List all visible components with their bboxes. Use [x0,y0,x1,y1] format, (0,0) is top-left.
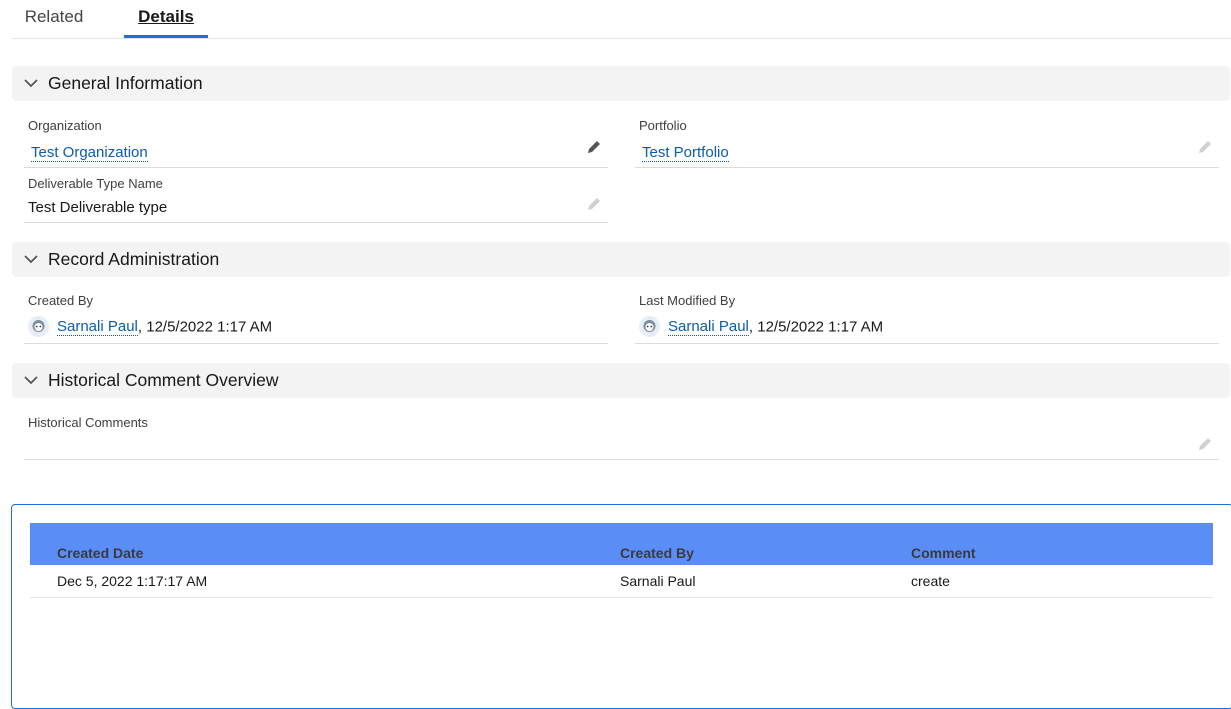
pencil-icon[interactable] [1197,139,1213,155]
field-value: Sarnali Paul, 12/5/2022 1:17 AM [28,316,273,338]
section-title: Historical Comment Overview [48,370,279,390]
section-title: General Information [48,73,203,93]
pencil-icon[interactable] [586,139,602,155]
avatar-icon [28,316,49,337]
tab-details[interactable]: Details [124,0,208,38]
field-label: Portfolio [639,118,687,133]
field-value: Test Portfolio [642,144,729,162]
table-row[interactable]: Dec 5, 2022 1:17:17 AM Sarnali Paul crea… [30,565,1213,598]
column-header-created-date[interactable]: Created Date [57,545,143,561]
field-historical-comments: Historical Comments [24,409,1219,460]
tab-bar: Related Details [12,0,1231,39]
pencil-icon[interactable] [1197,436,1213,452]
field-label: Created By [28,293,94,308]
chevron-down-icon [24,79,38,88]
field-value: Test Organization [31,144,148,162]
field-organization: Organization Test Organization [24,112,608,168]
created-by-timestamp: , 12/5/2022 1:17 AM [137,318,273,336]
cell-comment: create [911,573,950,589]
tab-details-label: Details [138,7,194,26]
tab-related[interactable]: Related [24,0,84,38]
field-last-modified-by: Last Modified By Sarnali Paul, 12/5/2022… [635,287,1219,344]
section-record-administration[interactable]: Record Administration [12,242,1230,277]
cell-created-date: Dec 5, 2022 1:17:17 AM [57,573,208,589]
field-value: Test Deliverable type [28,199,168,216]
field-label: Organization [28,118,102,133]
pencil-icon[interactable] [586,196,602,212]
field-portfolio: Portfolio Test Portfolio [635,112,1219,168]
organization-link[interactable]: Test Organization [31,144,148,162]
field-created-by: Created By Sarnali Paul, 12/5/2022 1:17 … [24,287,608,344]
field-deliverable-type-name: Deliverable Type Name Test Deliverable t… [24,170,608,223]
last-modified-by-user-link[interactable]: Sarnali Paul [668,318,749,337]
column-header-comment[interactable]: Comment [911,545,976,561]
section-title: Record Administration [48,249,220,269]
cell-created-by: Sarnali Paul [620,573,696,589]
created-by-user-link[interactable]: Sarnali Paul [57,318,138,337]
section-general-information[interactable]: General Information [12,66,1230,101]
field-label: Deliverable Type Name [28,176,163,191]
column-header-created-by[interactable]: Created By [620,545,694,561]
table-header: Created Date Created By Comment [30,523,1213,565]
field-value: Sarnali Paul, 12/5/2022 1:17 AM [639,316,884,338]
avatar-icon [639,316,660,337]
section-historical-comment-overview[interactable]: Historical Comment Overview [12,363,1230,398]
last-modified-timestamp: , 12/5/2022 1:17 AM [748,318,884,336]
portfolio-link[interactable]: Test Portfolio [642,144,729,162]
historical-comments-panel: Created Date Created By Comment Dec 5, 2… [11,504,1231,709]
field-label: Last Modified By [639,293,736,308]
tab-related-label: Related [24,7,84,26]
chevron-down-icon [24,376,38,385]
chevron-down-icon [24,255,38,264]
field-label: Historical Comments [28,415,148,430]
